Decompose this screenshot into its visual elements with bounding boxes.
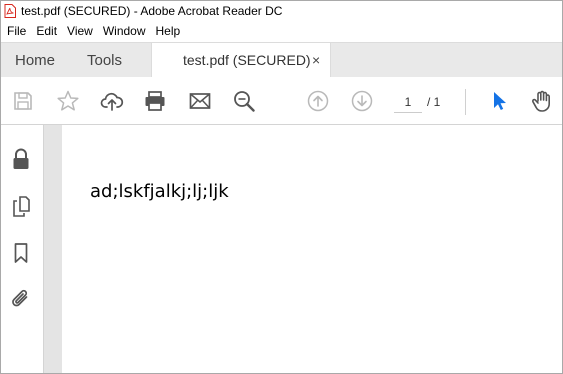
document-viewer[interactable]: ad;lskfjalkj;lj;ljk: [44, 125, 562, 373]
menu-file[interactable]: File: [1, 21, 31, 42]
page-up-icon[interactable]: [306, 89, 330, 113]
attachment-icon[interactable]: [9, 287, 33, 311]
pdf-file-icon: [4, 4, 16, 18]
menu-bar: File Edit View Window Help: [1, 21, 562, 42]
select-cursor-icon[interactable]: [487, 89, 511, 113]
window-title: test.pdf (SECURED) - Adobe Acrobat Reade…: [21, 4, 283, 18]
save-icon[interactable]: [11, 89, 35, 113]
toolbar-divider: [465, 89, 466, 115]
menu-edit[interactable]: Edit: [31, 21, 62, 42]
left-navigation-rail: [1, 125, 44, 373]
menu-view[interactable]: View: [62, 21, 98, 42]
hand-tool-icon[interactable]: [530, 89, 554, 113]
pdf-page[interactable]: ad;lskfjalkj;lj;ljk: [62, 125, 562, 373]
tab-home[interactable]: Home: [15, 43, 55, 78]
close-tab-button[interactable]: ×: [312, 43, 320, 78]
upload-cloud-icon[interactable]: [100, 89, 124, 113]
pages-icon[interactable]: [9, 194, 33, 218]
tab-document[interactable]: test.pdf (SECURED) ×: [151, 43, 331, 79]
page-total-label: / 1: [427, 95, 441, 109]
print-icon[interactable]: [143, 89, 167, 113]
menu-window[interactable]: Window: [98, 21, 151, 42]
page-text: ad;lskfjalkj;lj;ljk: [90, 181, 229, 202]
star-icon[interactable]: [56, 89, 80, 113]
current-page-input[interactable]: 1: [394, 91, 422, 113]
lock-icon[interactable]: [9, 147, 33, 171]
page-down-icon[interactable]: [350, 89, 374, 113]
title-bar: test.pdf (SECURED) - Adobe Acrobat Reade…: [1, 1, 562, 21]
tab-bar: Home Tools test.pdf (SECURED) ×: [1, 42, 562, 79]
tab-document-label: test.pdf (SECURED): [183, 52, 311, 68]
email-icon[interactable]: [188, 89, 212, 113]
zoom-search-icon[interactable]: [232, 89, 256, 113]
acrobat-window: test.pdf (SECURED) - Adobe Acrobat Reade…: [0, 0, 563, 374]
toolbar: 1 / 1: [1, 77, 562, 125]
tab-tools[interactable]: Tools: [87, 43, 122, 78]
bookmark-icon[interactable]: [9, 241, 33, 265]
menu-help[interactable]: Help: [151, 21, 186, 42]
